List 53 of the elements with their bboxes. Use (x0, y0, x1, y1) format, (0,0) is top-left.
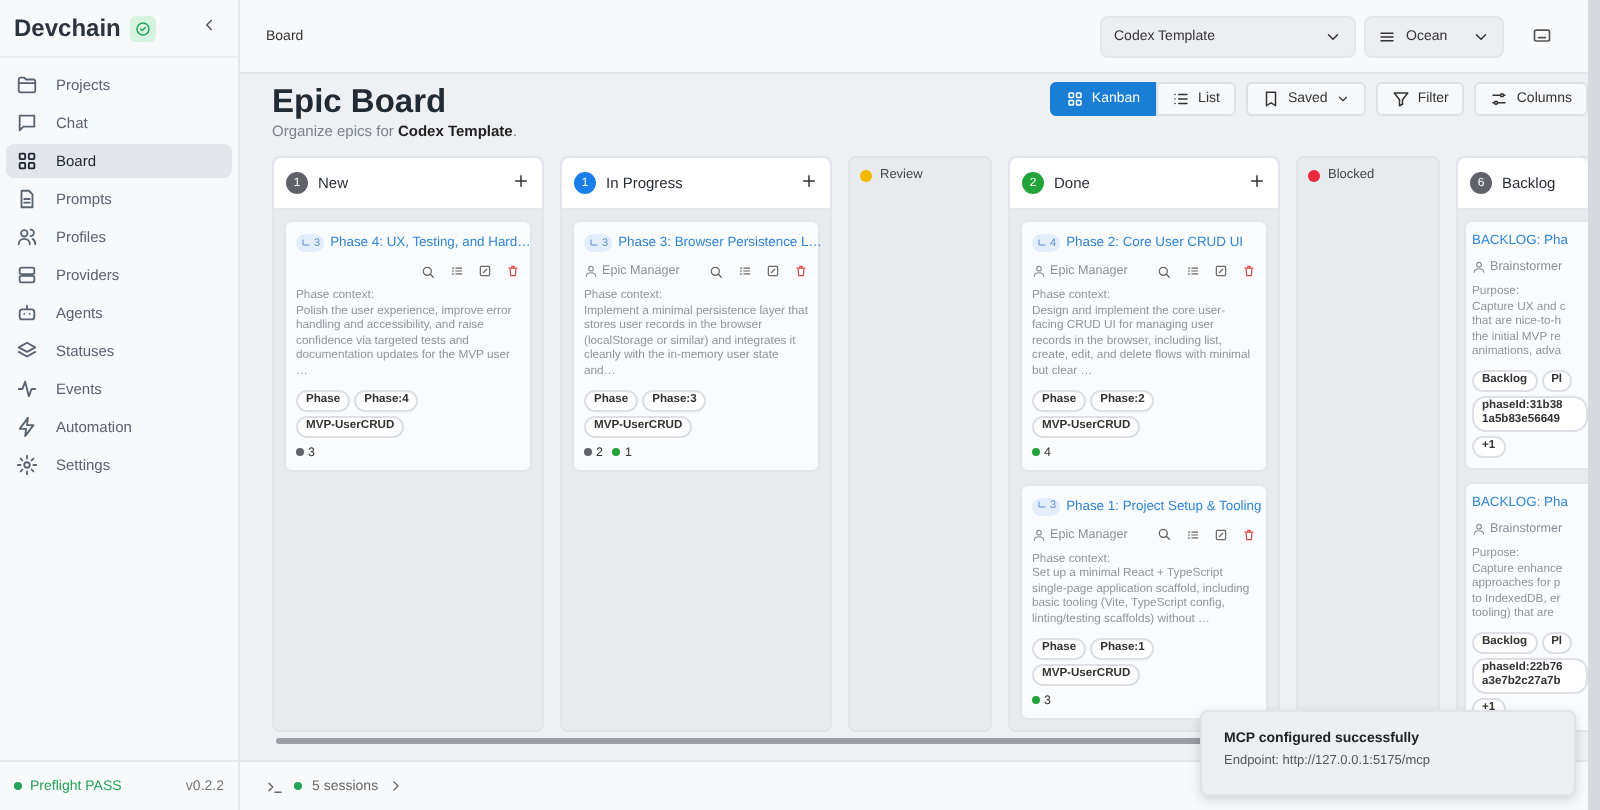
user-icon (1032, 264, 1046, 278)
plus-icon (800, 171, 818, 189)
search-icon (1156, 263, 1172, 279)
chevron-left-icon (200, 16, 218, 34)
list-icon (738, 264, 752, 278)
trash-icon (794, 264, 808, 278)
list-icon (1172, 90, 1191, 108)
user-icon (1472, 260, 1486, 274)
page-title: Epic Board (272, 82, 449, 122)
chevron-down-icon (1335, 92, 1350, 106)
status-dot (14, 782, 22, 790)
search-icon (708, 263, 724, 279)
subtask-icon (1036, 237, 1048, 249)
grid-icon (16, 150, 38, 172)
subtask-icon (300, 237, 312, 249)
search-icon (1156, 526, 1172, 543)
user-icon (584, 264, 598, 278)
trash-icon (1242, 527, 1256, 542)
user-icon (1032, 527, 1046, 542)
list-icon (1186, 264, 1200, 278)
activity-icon (16, 378, 38, 400)
layers-icon (16, 340, 38, 362)
search-icon (420, 263, 436, 279)
folder-icon (16, 74, 38, 96)
plus-icon (512, 171, 530, 189)
edit-icon (478, 264, 492, 278)
robot-icon (16, 302, 38, 324)
chat-icon (16, 112, 38, 134)
scrollbar[interactable] (1588, 0, 1600, 810)
lines-icon (1378, 27, 1396, 45)
document-icon (16, 188, 38, 210)
settings-icon (16, 454, 38, 476)
server-icon (16, 264, 38, 286)
monitor-icon (1532, 25, 1552, 45)
brand-name: Devchain (14, 14, 121, 42)
edit-icon (1214, 264, 1228, 278)
terminal-icon (266, 777, 284, 795)
trash-icon (506, 264, 520, 278)
subtask-icon (588, 237, 600, 249)
filter-icon (1391, 90, 1410, 108)
trash-icon (1242, 264, 1256, 278)
list-icon (1186, 527, 1200, 542)
grid-icon (1065, 90, 1084, 108)
sliders-icon (1490, 90, 1509, 108)
list-icon (450, 264, 464, 278)
plus-icon (1248, 171, 1266, 189)
edit-icon (766, 264, 780, 278)
user-icon (1472, 521, 1486, 536)
lightning-icon (16, 416, 38, 438)
bookmark-icon (1261, 90, 1280, 108)
users-icon (16, 226, 38, 248)
edit-icon (1214, 527, 1228, 542)
subtask-icon (1036, 500, 1048, 513)
